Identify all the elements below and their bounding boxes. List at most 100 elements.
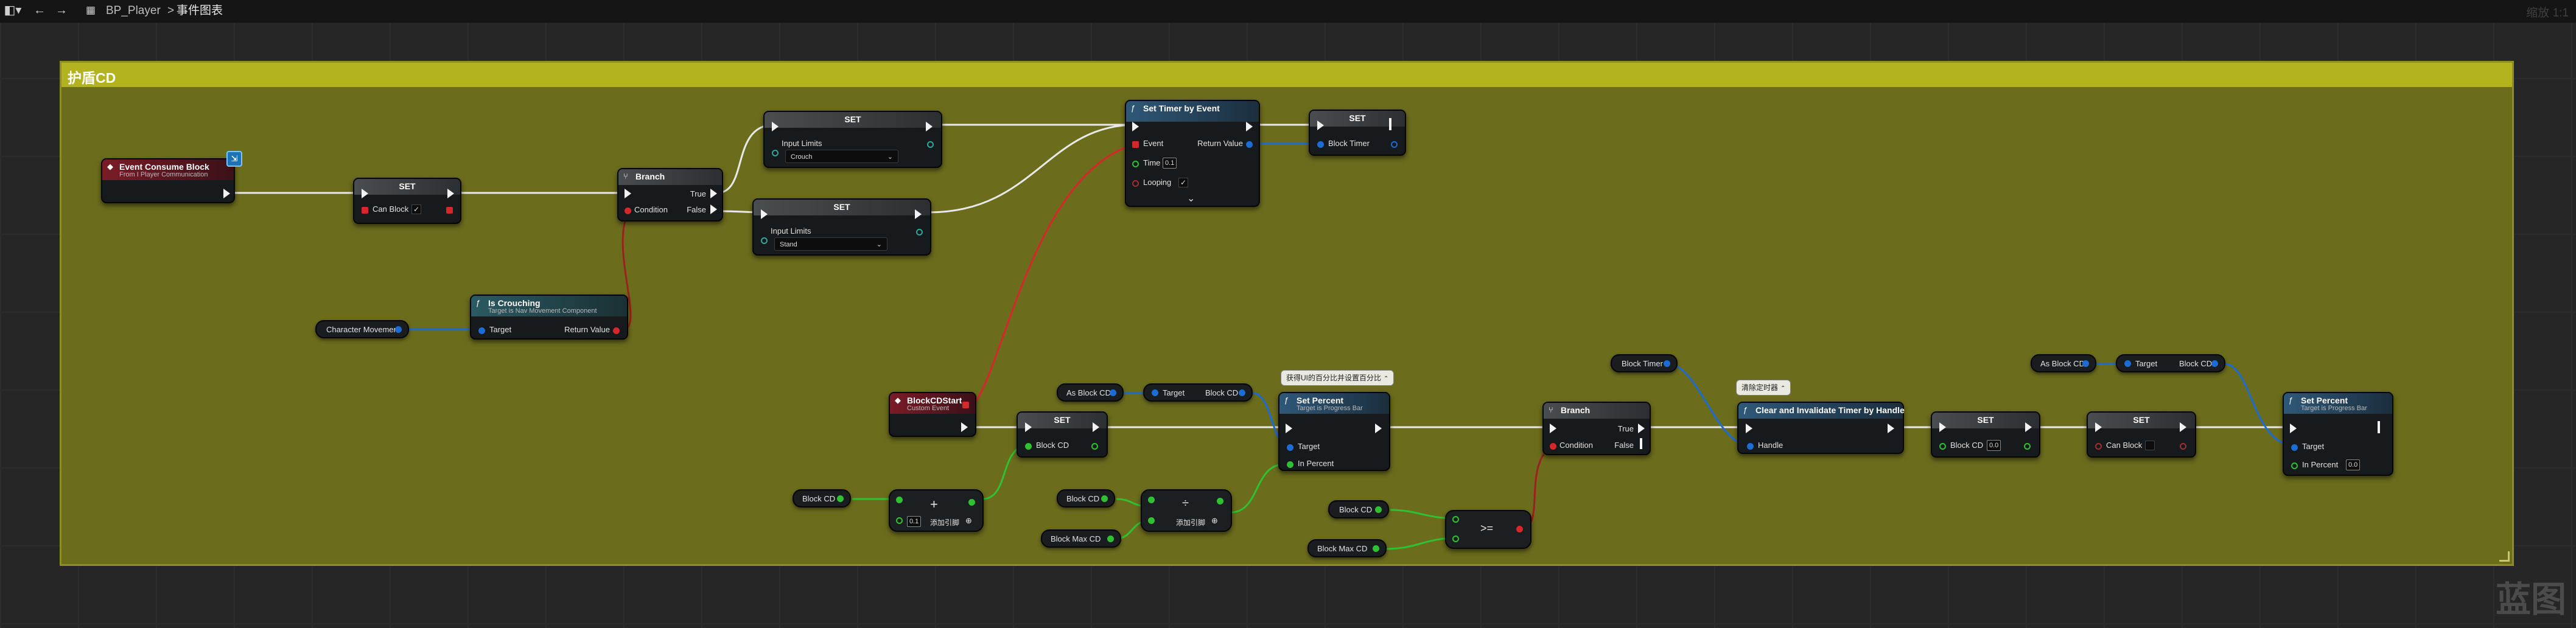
- set-input-limits-stand-node[interactable]: SET Input Limits Stand ⌄: [752, 198, 931, 256]
- exec-in-pin[interactable]: [2095, 422, 2102, 432]
- in-percent-pin[interactable]: [2291, 462, 2298, 469]
- can-block-input-pin[interactable]: [2095, 443, 2102, 450]
- input-limits-output-pin[interactable]: [916, 229, 923, 236]
- input-limits-output-pin[interactable]: [927, 141, 934, 148]
- target-pin[interactable]: [1152, 389, 1158, 396]
- getter-output-pin[interactable]: [395, 326, 402, 333]
- can-block-output-pin[interactable]: [446, 207, 453, 214]
- exec-in-pin[interactable]: [362, 189, 368, 198]
- condition-pin[interactable]: [625, 208, 631, 214]
- getter-output-pin[interactable]: [2082, 360, 2089, 367]
- delegate-pin-icon[interactable]: ⇲: [226, 151, 242, 167]
- set-percent-node-1[interactable]: ƒ Set Percent Target is Progress Bar Tar…: [1278, 392, 1390, 471]
- add-pin-icon[interactable]: ⊕: [1211, 516, 1218, 526]
- block-timer-getter[interactable]: Block Timer: [1611, 354, 1678, 372]
- getter-output-pin[interactable]: [1373, 545, 1379, 552]
- exec-in-pin[interactable]: [761, 209, 768, 219]
- branch-node-1[interactable]: ⑂ Branch True Condition False: [617, 168, 723, 222]
- exec-in-pin[interactable]: [2290, 424, 2297, 433]
- getter-output-pin[interactable]: [1239, 389, 1245, 396]
- input-limits-input-pin[interactable]: [761, 237, 768, 244]
- block-timer-input-pin[interactable]: [1317, 141, 1324, 148]
- block-cd-widget-getter-2[interactable]: Target Block CD: [2116, 354, 2225, 372]
- exec-out-pin[interactable]: [961, 422, 968, 432]
- block-cd-output-pin[interactable]: [1091, 443, 1098, 450]
- getter-output-pin[interactable]: [1101, 495, 1108, 502]
- comment-bubble-clear-timer[interactable]: 清除定时器 ⌃: [1736, 380, 1791, 396]
- exec-in-pin[interactable]: [772, 122, 779, 131]
- is-crouching-node[interactable]: ƒ Is Crouching Target is Nav Movement Co…: [470, 295, 628, 340]
- comment-bubble-percent[interactable]: 获得UI的百分比并设置百分比 ⌃: [1281, 370, 1395, 386]
- exec-out-pin[interactable]: [1389, 118, 1391, 130]
- in-percent-value[interactable]: 0.0: [2346, 459, 2361, 470]
- block-cd-input-pin[interactable]: [1939, 443, 1946, 450]
- target-pin[interactable]: [478, 327, 485, 334]
- exec-in-pin[interactable]: [1025, 422, 1032, 432]
- add-output-pin[interactable]: [968, 499, 975, 506]
- exec-in-pin[interactable]: [1550, 424, 1556, 433]
- add-input-a-pin[interactable]: [896, 497, 903, 503]
- exec-out-pin[interactable]: [447, 189, 454, 198]
- as-block-cd-getter-2[interactable]: As Block CD: [2031, 354, 2096, 372]
- add-input-b-pin[interactable]: [896, 517, 903, 524]
- event-pin[interactable]: [1132, 141, 1139, 148]
- divide-input-b-pin[interactable]: [1148, 517, 1155, 524]
- target-pin[interactable]: [2291, 444, 2298, 451]
- time-pin[interactable]: [1132, 161, 1139, 167]
- block-timer-output-pin[interactable]: [1391, 141, 1398, 148]
- target-pin[interactable]: [1287, 444, 1293, 451]
- target-pin[interactable]: [2124, 360, 2131, 367]
- divide-node[interactable]: ÷ 添加引脚 ⊕: [1141, 489, 1232, 532]
- divide-output-pin[interactable]: [1217, 498, 1223, 504]
- exec-in-pin[interactable]: [1317, 120, 1324, 130]
- handle-pin[interactable]: [1747, 443, 1754, 450]
- set-can-block-node[interactable]: SET Can Block ✓: [353, 178, 461, 224]
- looping-pin[interactable]: [1132, 180, 1139, 187]
- exec-in-pin[interactable]: [1939, 422, 1946, 432]
- exec-out-pin[interactable]: [223, 189, 230, 198]
- input-limits-dropdown[interactable]: Stand ⌄: [774, 237, 887, 251]
- collapse-bubble-icon[interactable]: ⌃: [1384, 372, 1388, 386]
- set-input-limits-crouch-node[interactable]: SET Input Limits Crouch ⌄: [763, 111, 942, 168]
- return-value-pin[interactable]: [1246, 141, 1253, 148]
- block-cd-start-event-node[interactable]: ◆ BlockCDStart Custom Event: [889, 392, 976, 437]
- true-exec-pin[interactable]: [1638, 424, 1645, 433]
- block-cd-getter-1[interactable]: Block CD: [793, 489, 851, 508]
- compare-input-a-pin[interactable]: [1452, 516, 1459, 523]
- exec-in-pin[interactable]: [625, 189, 631, 198]
- collapse-bubble-icon[interactable]: ⌃: [1780, 382, 1785, 396]
- add-pin-label[interactable]: 添加引脚: [930, 517, 959, 528]
- add-pin-label[interactable]: 添加引脚: [1176, 517, 1205, 528]
- compare-input-b-pin[interactable]: [1452, 536, 1459, 542]
- as-block-cd-getter-1[interactable]: As Block CD: [1057, 383, 1124, 402]
- exec-out-pin[interactable]: [1375, 424, 1382, 433]
- exec-out-pin[interactable]: [1246, 122, 1253, 131]
- block-cd-getter-3[interactable]: Block CD: [1328, 500, 1389, 518]
- block-cd-value[interactable]: 0.0: [1987, 440, 2001, 451]
- getter-output-pin[interactable]: [1107, 536, 1114, 542]
- getter-output-pin[interactable]: [2211, 360, 2218, 367]
- block-max-cd-getter-1[interactable]: Block Max CD: [1041, 529, 1121, 548]
- exec-out-pin[interactable]: [1888, 424, 1894, 433]
- exec-in-pin[interactable]: [1132, 122, 1139, 131]
- delegate-out-pin[interactable]: [962, 402, 969, 408]
- getter-output-pin[interactable]: [1110, 389, 1116, 396]
- block-cd-widget-getter-1[interactable]: Target Block CD: [1143, 383, 1253, 402]
- exec-out-pin[interactable]: [915, 209, 922, 219]
- expand-chevron-icon[interactable]: ⌄: [1187, 192, 1195, 204]
- can-block-checkbox[interactable]: [2145, 441, 2155, 450]
- set-block-cd-reset-node[interactable]: SET Block CD 0.0: [1931, 411, 2040, 458]
- set-block-cd-node[interactable]: SET Block CD: [1017, 411, 1108, 458]
- exec-in-pin[interactable]: [1746, 424, 1752, 433]
- compare-output-pin[interactable]: [1516, 526, 1523, 532]
- set-timer-by-event-node[interactable]: ƒ Set Timer by Event Event Return Value …: [1125, 100, 1260, 207]
- getter-output-pin[interactable]: [1375, 506, 1382, 513]
- block-cd-input-pin[interactable]: [1025, 443, 1032, 450]
- input-limits-input-pin[interactable]: [772, 150, 779, 156]
- branch-node-2[interactable]: ⑂ Branch True Condition False: [1542, 402, 1651, 455]
- input-limits-dropdown[interactable]: Crouch ⌄: [785, 150, 898, 163]
- return-value-pin[interactable]: [613, 327, 620, 334]
- add-input-b-value[interactable]: 0.1: [907, 516, 922, 527]
- add-pin-icon[interactable]: ⊕: [965, 516, 972, 526]
- exec-in-pin[interactable]: [1286, 424, 1292, 433]
